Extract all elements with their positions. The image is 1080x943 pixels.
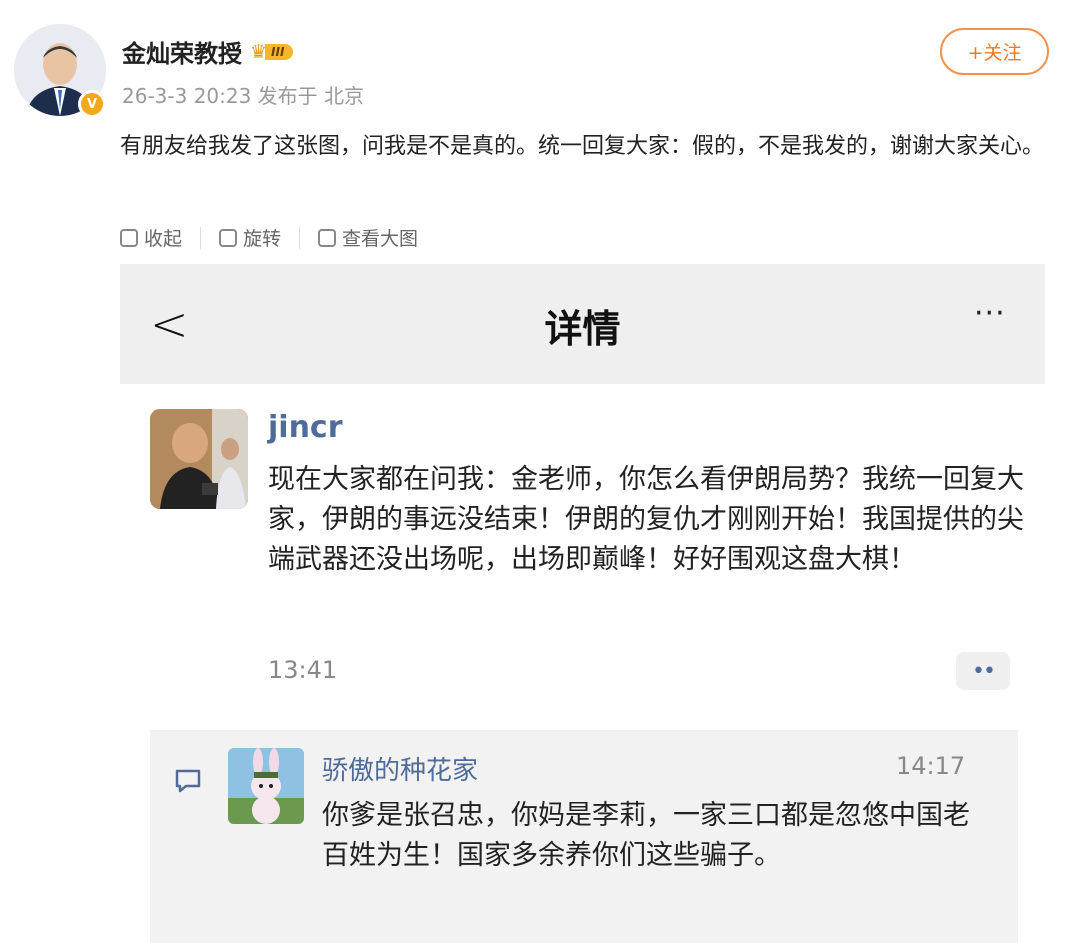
rank-badge[interactable]: ♛ III [250, 40, 294, 64]
comment-username: 骄傲的种花家 [322, 756, 479, 786]
screenshot-post-time: 13:41 [268, 656, 338, 684]
view-large-icon [318, 228, 337, 247]
screenshot-more-dots-icon: •• [956, 652, 1010, 690]
view-large-button[interactable]: 查看大图 [318, 224, 418, 251]
post-text: 有朋友给我发了这张图，问我是不是真的。统一回复大家：假的，不是我发的，谢谢大家关… [120, 134, 1045, 159]
collapse-button[interactable]: 收起 [120, 224, 182, 251]
comment-box: 骄傲的种花家 14:17 你爹是张召忠，你妈是李莉，一家三口都是忽悠中国老百姓为… [150, 730, 1018, 943]
rotate-button[interactable]: 旋转 [219, 224, 281, 251]
screenshot-user-avatar [150, 409, 248, 509]
rotate-label: 旋转 [243, 228, 282, 250]
comment-text: 你爹是张召忠，你妈是李莉，一家三口都是忽悠中国老百姓为生！国家多余养你们这些骗子… [322, 800, 970, 871]
comment-user-avatar [228, 748, 304, 824]
screenshot-post-text: 现在大家都在问我：金老师，你怎么看伊朗局势？我统一回复大家，伊朗的事远没结束！伊… [268, 464, 1024, 575]
comment-time: 14:17 [896, 752, 966, 780]
collapse-label: 收起 [144, 228, 183, 250]
screenshot-username: jincr [268, 410, 343, 445]
screenshot-header: < 详情 ··· [120, 264, 1045, 384]
more-icon: ··· [974, 296, 1006, 331]
view-large-label: 查看大图 [342, 228, 419, 250]
image-toolbar: 收起 旋转 查看大图 [120, 224, 418, 251]
author-name[interactable]: 金灿荣教授 [122, 34, 242, 69]
comment-icon [175, 769, 201, 793]
collapse-icon [120, 228, 138, 247]
screenshot-title: 详情 [544, 307, 621, 351]
embedded-screenshot[interactable]: < 详情 ··· jincr 现在大家都在问我：金老师，你怎么看伊朗局势？我统一… [120, 264, 1045, 943]
toolbar-divider [299, 226, 301, 249]
verified-badge-icon: V [78, 90, 106, 118]
rotate-icon [219, 228, 238, 247]
follow-button[interactable]: +关注 [940, 28, 1049, 75]
rank-level: III [265, 43, 294, 60]
author-row: 金灿荣教授 ♛ III [122, 34, 294, 69]
post-meta: 26-3-3 20:23 发布于 北京 [122, 84, 365, 108]
toolbar-divider [200, 226, 202, 249]
